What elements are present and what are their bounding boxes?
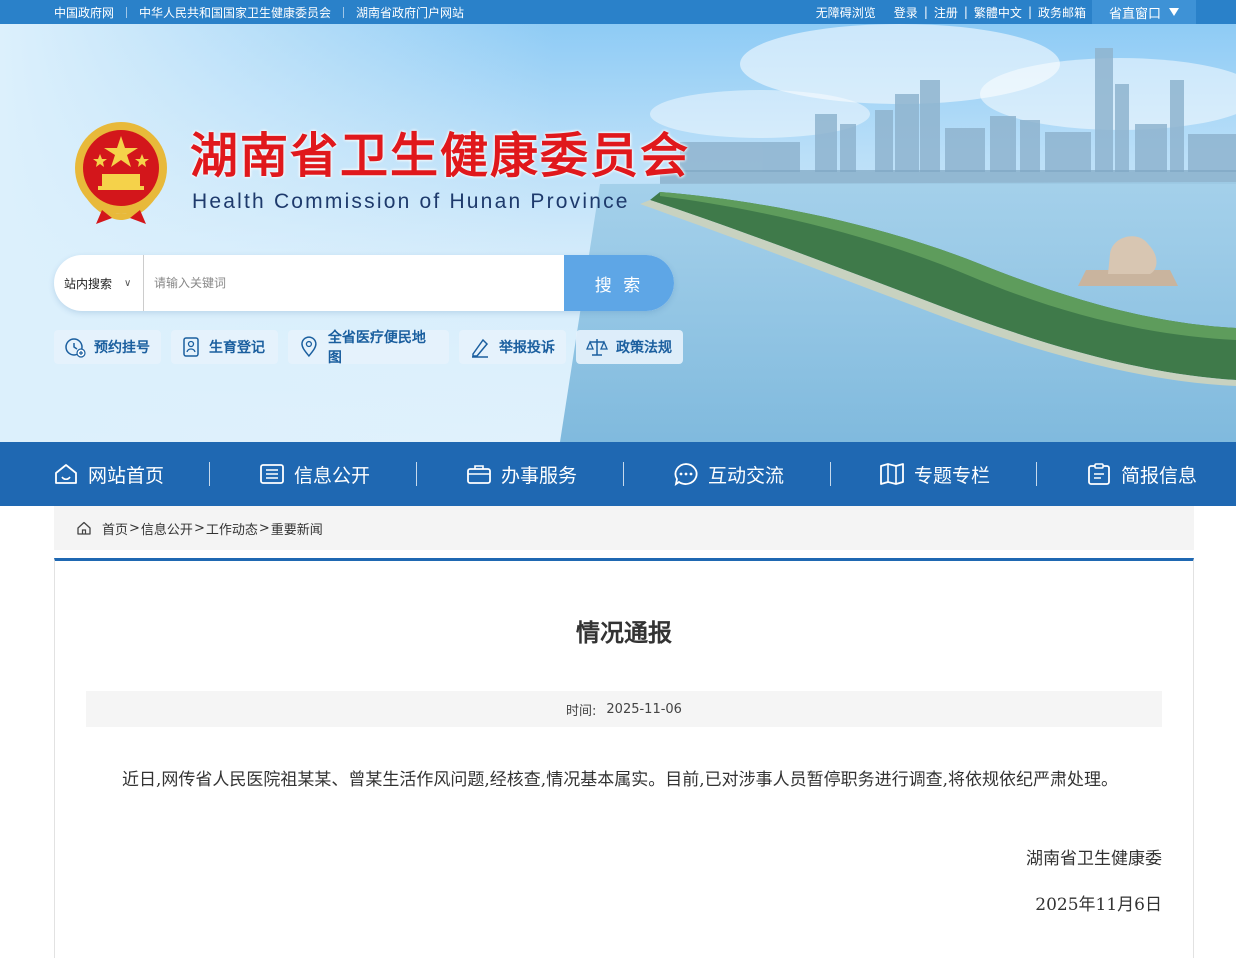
caret-down-icon <box>1169 8 1179 16</box>
nav-divider <box>1036 462 1037 486</box>
quick-link-birth-registration[interactable]: 生育登记 <box>171 330 278 364</box>
nav-label: 信息公开 <box>294 464 371 487</box>
briefcase-icon <box>467 465 491 484</box>
article-meta: 时间: 2025-11-06 <box>86 691 1162 727</box>
quick-link-label: 全省医疗便民地图 <box>327 330 426 366</box>
main-nav: 网站首页 信息公开 办事服务 互动交流 专题专栏 简报信息 <box>0 442 1236 506</box>
link-hunan-gov[interactable]: 湖南省政府门户网站 <box>356 4 464 21</box>
date-label: 时间: <box>566 703 597 719</box>
nav-item-interaction[interactable]: 互动交流 <box>673 442 784 506</box>
divider <box>126 6 128 18</box>
breadcrumb: 首页 > 信息公开 > 工作动态 > 重要新闻 <box>54 506 1194 550</box>
nav-divider <box>830 462 831 486</box>
nav-item-services[interactable]: 办事服务 <box>466 442 577 506</box>
quick-link-policy[interactable]: 政策法规 <box>576 330 683 364</box>
article-body: 近日,网传省人民医院祖某某、曾某生活作风问题,经核查,情况基本属实。目前,已对涉… <box>122 770 1119 790</box>
site-subtitle: Health Commission of Hunan Province <box>192 190 630 213</box>
nav-label: 互动交流 <box>708 464 785 487</box>
birth-registration-icon <box>183 337 199 357</box>
search-bar: 站内搜索 ∨ 搜 索 <box>54 255 674 311</box>
appointment-icon <box>65 338 86 358</box>
link-nhc[interactable]: 中华人民共和国国家卫生健康委员会 <box>139 4 331 21</box>
nav-item-topics[interactable]: 专题专栏 <box>879 442 990 506</box>
quick-link-label: 预约挂号 <box>94 340 150 356</box>
site-title: 湖南省卫生健康委员会 <box>190 128 691 184</box>
breadcrumb-news[interactable]: 重要新闻 <box>271 519 323 538</box>
user-links: 无障碍浏览 登录 | 注册 | 繁體中文 | 政务邮箱 <box>815 4 1086 21</box>
quick-link-report[interactable]: 举报投诉 <box>459 330 566 364</box>
clipboard-icon <box>1088 463 1110 485</box>
divider <box>343 6 345 18</box>
nav-label: 专题专栏 <box>914 464 991 487</box>
book-icon <box>880 463 904 485</box>
national-emblem-logo <box>75 122 167 224</box>
search-scope-label: 站内搜索 <box>64 276 113 291</box>
home-icon <box>77 521 91 535</box>
nav-item-home[interactable]: 网站首页 <box>53 442 164 506</box>
breadcrumb-info[interactable]: 信息公开 <box>141 519 193 538</box>
breadcrumb-work[interactable]: 工作动态 <box>206 519 258 538</box>
portal-dropdown[interactable]: 省直窗口 <box>1092 0 1196 24</box>
link-gov-cn[interactable]: 中国政府网 <box>54 4 114 21</box>
nav-label: 网站首页 <box>88 464 165 487</box>
quick-link-appointment[interactable]: 预约挂号 <box>54 330 161 364</box>
login-link[interactable]: 登录 <box>894 4 918 21</box>
register-link[interactable]: 注册 <box>934 4 958 21</box>
nav-item-briefings[interactable]: 简报信息 <box>1086 442 1197 506</box>
home-icon <box>55 464 77 484</box>
search-scope-select[interactable]: 站内搜索 ∨ <box>54 255 144 311</box>
gov-mail-link[interactable]: 政务邮箱 <box>1038 4 1086 21</box>
quick-link-label: 生育登记 <box>209 340 265 356</box>
nav-divider <box>623 462 624 486</box>
header-banner: 湖南省卫生健康委员会 Health Commission of Hunan Pr… <box>0 24 1236 442</box>
quick-link-medical-map[interactable]: 全省医疗便民地图 <box>288 330 449 366</box>
scale-icon <box>586 339 608 356</box>
search-button[interactable]: 搜 索 <box>564 255 674 311</box>
breadcrumb-home[interactable]: 首页 <box>102 519 128 538</box>
list-icon <box>260 464 284 484</box>
article-signature: 湖南省卫生健康委 <box>1026 849 1162 869</box>
top-bar: 中国政府网 中华人民共和国国家卫生健康委员会 湖南省政府门户网站 无障碍浏览 登… <box>0 0 1236 24</box>
map-pin-icon <box>301 336 317 358</box>
article-date: 2025-11-06 <box>606 701 682 717</box>
report-icon <box>472 338 489 358</box>
portal-label: 省直窗口 <box>1108 6 1161 22</box>
article-title: 情况通报 <box>576 619 672 647</box>
city-river-illustration <box>0 24 1236 442</box>
chevron-down-icon: ∨ <box>124 277 132 289</box>
external-links: 中国政府网 中华人民共和国国家卫生健康委员会 湖南省政府门户网站 <box>54 0 464 24</box>
article-sign-date: 2025年11月6日 <box>1035 895 1162 915</box>
search-input[interactable] <box>152 269 552 297</box>
quick-link-label: 举报投诉 <box>499 340 555 356</box>
nav-label: 简报信息 <box>1121 464 1198 487</box>
nav-divider <box>209 462 210 486</box>
accessibility-link[interactable]: 无障碍浏览 <box>816 4 876 21</box>
nav-item-info[interactable]: 信息公开 <box>259 442 370 506</box>
nav-label: 办事服务 <box>501 464 578 487</box>
chat-icon <box>674 463 698 486</box>
quick-link-label: 政策法规 <box>616 340 672 356</box>
nav-divider <box>416 462 417 486</box>
traditional-chinese-link[interactable]: 繁體中文 <box>974 4 1022 21</box>
article-panel: 情况通报 时间: 2025-11-06 近日,网传省人民医院祖某某、曾某生活作风… <box>54 558 1194 958</box>
